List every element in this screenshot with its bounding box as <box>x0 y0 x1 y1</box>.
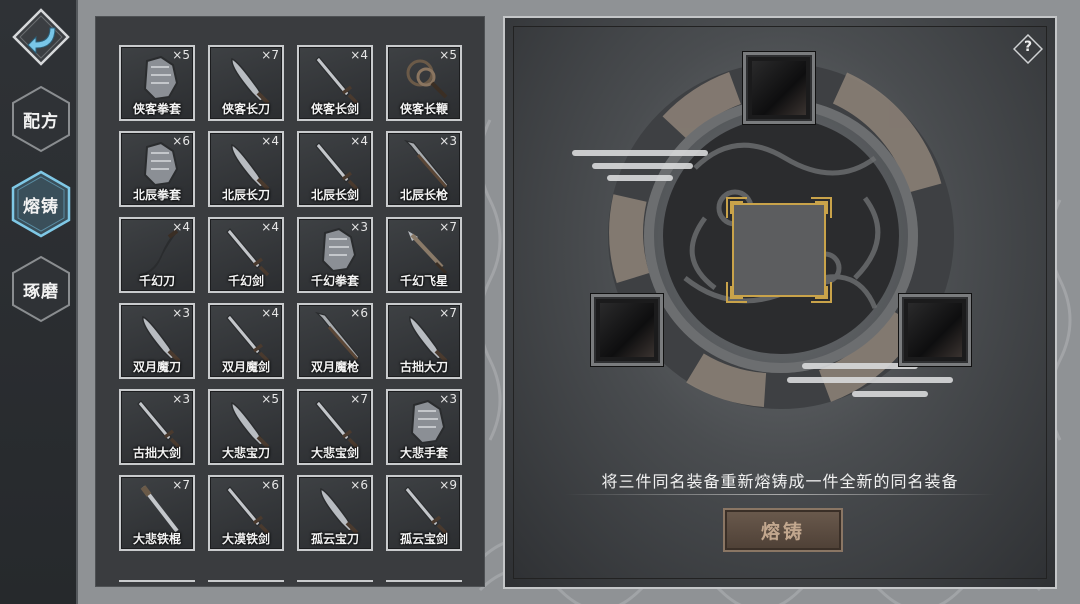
tab-polish[interactable]: 琢磨 <box>10 255 72 323</box>
item-name: 千幻拳套 <box>310 274 359 288</box>
item-name: 古拙大刀 <box>399 360 448 374</box>
inventory-item[interactable]: ×6 北辰拳套 <box>119 131 195 207</box>
inventory-item[interactable]: ×4 千幻刀 <box>119 217 195 293</box>
tab-recipe[interactable]: 配方 <box>10 85 72 153</box>
inventory-item[interactable]: ×5 侠客拳套 <box>119 45 195 121</box>
item-count: ×7 <box>350 392 368 406</box>
item-count: ×6 <box>350 306 368 320</box>
back-arrow-icon <box>12 8 70 66</box>
side-tab-bar: 配方 熔铸 琢磨 <box>0 0 78 604</box>
item-name: 双月魔剑 <box>221 360 270 374</box>
item-name: 千幻剑 <box>227 274 264 288</box>
item-name: 北辰拳套 <box>132 188 181 202</box>
result-slot-center[interactable] <box>735 206 823 294</box>
item-count: ×3 <box>172 306 190 320</box>
material-slot-top[interactable] <box>743 52 815 124</box>
tab-fuse[interactable]: 熔铸 <box>10 170 72 238</box>
inventory-item[interactable]: ×6 孤云宝刀 <box>297 475 373 551</box>
item-name: 大漠铁剑 <box>221 532 270 546</box>
item-name: 侠客长刀 <box>221 102 270 116</box>
item-count: ×7 <box>172 478 190 492</box>
inventory-item[interactable]: ×3 北辰长枪 <box>386 131 462 207</box>
inventory-grid: ×5 侠客拳套 ×7 侠客长刀 ×4 侠客长剑 ×5 侠客长鞭 ×6 北辰拳套 ×4 北辰长刀 ×4 北辰… <box>119 45 462 551</box>
inventory-item[interactable]: ×3 双月魔刀 <box>119 303 195 379</box>
item-name: 侠客长剑 <box>310 102 359 116</box>
tab-recipe-label: 配方 <box>23 111 59 132</box>
inventory-item[interactable]: ×9 孤云宝剑 <box>386 475 462 551</box>
item-name: 北辰长剑 <box>310 188 359 202</box>
item-name: 千幻飞星 <box>399 274 448 288</box>
inventory-item[interactable]: ×7 古拙大刀 <box>386 303 462 379</box>
forge-description: 将三件同名装备重新熔铸成一件全新的同名装备 <box>601 472 959 491</box>
inventory-item[interactable]: ×4 双月魔剑 <box>208 303 284 379</box>
item-count: ×4 <box>261 220 279 234</box>
inventory-item[interactable]: ×3 古拙大剑 <box>119 389 195 465</box>
item-count: ×3 <box>350 220 368 234</box>
inventory-panel: ×5 侠客拳套 ×7 侠客长刀 ×4 侠客长剑 ×5 侠客长鞭 ×6 北辰拳套 ×4 北辰长刀 ×4 北辰… <box>95 16 485 587</box>
item-count: ×9 <box>439 478 457 492</box>
item-name: 孤云宝刀 <box>310 532 359 546</box>
inventory-item[interactable]: ×5 侠客长鞭 <box>386 45 462 121</box>
item-count: ×4 <box>350 134 368 148</box>
item-name: 双月魔枪 <box>310 360 359 374</box>
inventory-item[interactable]: ×4 北辰长剑 <box>297 131 373 207</box>
item-count: ×5 <box>261 392 279 406</box>
forge-panel: ? 将三件同名装备重新熔铸成一件全新的同名装备 熔铸 <box>503 16 1057 589</box>
item-name: 大悲手套 <box>399 446 448 460</box>
inventory-item[interactable]: ×4 北辰长刀 <box>208 131 284 207</box>
item-count: ×4 <box>350 48 368 62</box>
item-count: ×6 <box>261 478 279 492</box>
inventory-item[interactable]: ×4 侠客长剑 <box>297 45 373 121</box>
tab-polish-label: 琢磨 <box>23 281 59 302</box>
item-count: ×4 <box>261 306 279 320</box>
material-slot-left[interactable] <box>591 294 663 366</box>
item-count: ×7 <box>439 220 457 234</box>
item-count: ×4 <box>261 134 279 148</box>
item-name: 双月魔刀 <box>132 360 181 374</box>
item-name: 北辰长枪 <box>399 188 448 202</box>
tab-fuse-label: 熔铸 <box>23 196 59 217</box>
inventory-item[interactable]: ×7 千幻飞星 <box>386 217 462 293</box>
item-name: 古拙大剑 <box>132 446 181 460</box>
material-slot-right[interactable] <box>899 294 971 366</box>
back-button[interactable] <box>12 8 70 66</box>
item-count: ×6 <box>172 134 190 148</box>
item-name: 大悲宝刀 <box>221 446 270 460</box>
help-label: ? <box>1023 39 1033 55</box>
item-count: ×3 <box>439 392 457 406</box>
item-name: 侠客长鞭 <box>399 102 448 116</box>
item-name: 大悲宝剑 <box>310 446 359 460</box>
item-count: ×3 <box>439 134 457 148</box>
inventory-item[interactable]: ×3 大悲手套 <box>386 389 462 465</box>
fuse-button-label: 熔铸 <box>760 520 805 543</box>
item-name: 北辰长刀 <box>221 188 270 202</box>
item-count: ×7 <box>261 48 279 62</box>
item-count: ×4 <box>172 220 190 234</box>
divider <box>565 494 995 495</box>
inventory-item[interactable]: ×6 大漠铁剑 <box>208 475 284 551</box>
item-name: 孤云宝剑 <box>399 532 448 546</box>
help-button[interactable]: ? <box>1012 33 1044 65</box>
item-count: ×5 <box>172 48 190 62</box>
item-count: ×6 <box>350 478 368 492</box>
inventory-item[interactable]: ×7 大悲铁棍 <box>119 475 195 551</box>
inventory-item[interactable]: ×4 千幻剑 <box>208 217 284 293</box>
inventory-item[interactable]: ×3 千幻拳套 <box>297 217 373 293</box>
item-name: 大悲铁棍 <box>132 532 181 546</box>
fuse-button[interactable]: 熔铸 <box>723 508 843 552</box>
item-name: 侠客拳套 <box>132 102 181 116</box>
inventory-item[interactable]: ×5 大悲宝刀 <box>208 389 284 465</box>
inventory-item[interactable]: ×6 双月魔枪 <box>297 303 373 379</box>
item-count: ×3 <box>172 392 190 406</box>
next-row-peek <box>119 580 464 586</box>
item-count: ×5 <box>439 48 457 62</box>
inventory-item[interactable]: ×7 大悲宝剑 <box>297 389 373 465</box>
item-count: ×7 <box>439 306 457 320</box>
inventory-item[interactable]: ×7 侠客长刀 <box>208 45 284 121</box>
item-name: 千幻刀 <box>138 274 175 288</box>
